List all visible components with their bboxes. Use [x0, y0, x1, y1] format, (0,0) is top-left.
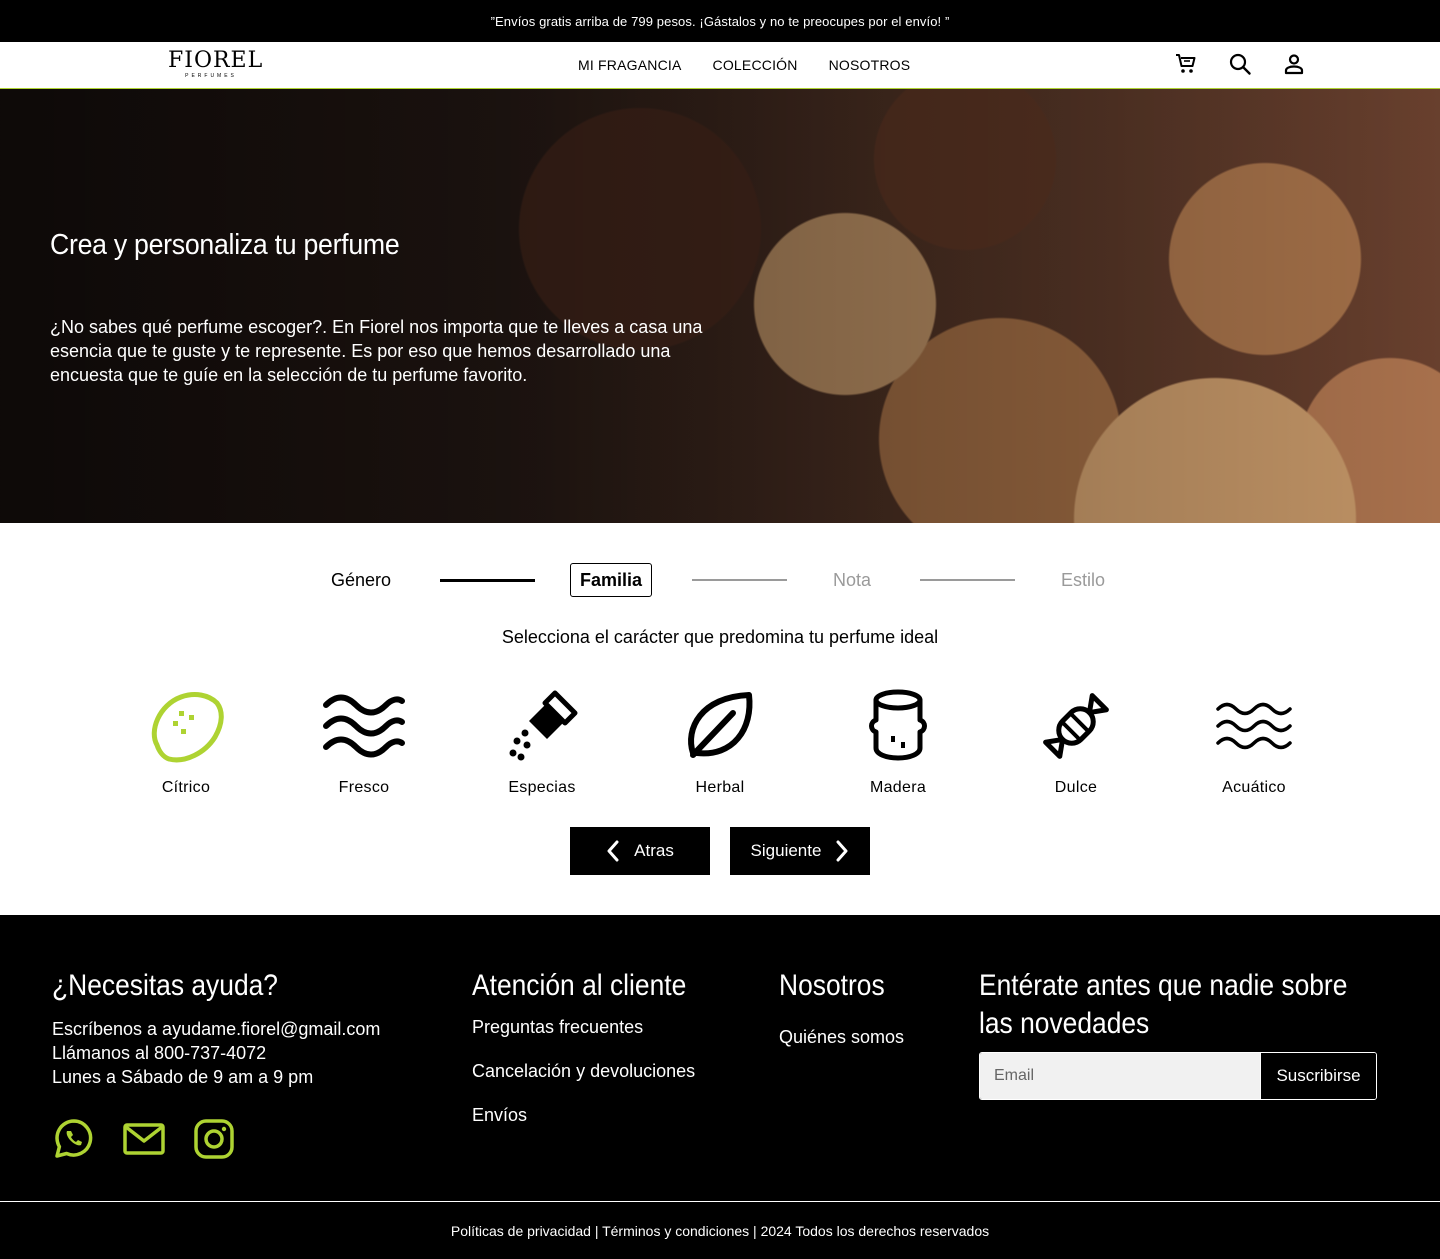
search-icon[interactable]	[1228, 52, 1252, 76]
option-label: Herbal	[695, 779, 745, 796]
option-label: Fresco	[338, 779, 390, 796]
footer-about: Nosotros Quiénes somos	[779, 967, 904, 1049]
footer-help: ¿Necesitas ayuda? Escríbenos a ayudame.f…	[52, 967, 380, 1161]
spice-shaker-icon	[497, 685, 587, 767]
option-especias[interactable]: Especias	[453, 685, 631, 797]
announcement-text: ”Envíos gratis arriba de 799 pesos. ¡Gás…	[490, 13, 950, 29]
family-options: Cítrico Fresco Especias Herbal Madera Du…	[97, 685, 1343, 797]
back-button-label: Atras	[634, 841, 674, 860]
link-cancellations[interactable]: Cancelación y devoluciones	[472, 1059, 716, 1103]
whatsapp-icon[interactable]	[52, 1117, 96, 1161]
help-email[interactable]: Escríbenos a ayudame.fiorel@gmail.com	[52, 1017, 380, 1041]
option-fresco[interactable]: Fresco	[275, 685, 453, 797]
hero-title: Crea y personaliza tu perfume	[50, 229, 400, 261]
step-connector	[920, 579, 1015, 581]
nav-link-nosotros[interactable]: NOSOTROS	[829, 57, 911, 73]
hero-description: ¿No sabes qué perfume escoger?. En Fiore…	[50, 317, 703, 385]
nav-link-coleccion[interactable]: COLECCIÓN	[713, 57, 798, 73]
option-madera[interactable]: Madera	[809, 685, 987, 797]
option-citrico[interactable]: Cítrico	[97, 685, 275, 797]
help-hours: Lunes a Sábado de 9 am a 9 pm	[52, 1067, 314, 1087]
quiz-stepper: Género Familia Nota Estilo	[0, 563, 1440, 597]
next-button-label: Siguiente	[750, 841, 822, 860]
instagram-icon[interactable]	[192, 1117, 236, 1161]
about-title: Nosotros	[779, 969, 885, 1002]
back-button[interactable]: Atras	[570, 827, 710, 875]
step-connector	[440, 579, 535, 582]
customer-links: Preguntas frecuentes Cancelación y devol…	[472, 1015, 716, 1147]
main-menu: MI FRAGANCIA COLECCIÓN NOSOTROS	[578, 57, 910, 73]
option-label: Dulce	[1054, 779, 1098, 796]
newsletter-form: Suscribirse	[979, 1052, 1377, 1100]
link-faq[interactable]: Preguntas frecuentes	[472, 1015, 716, 1059]
announcement-bar: ”Envíos gratis arriba de 799 pesos. ¡Gás…	[0, 0, 1440, 42]
nav-link-mi-fragancia[interactable]: MI FRAGANCIA	[578, 57, 682, 73]
quiz-navigation: Atras Siguiente	[570, 827, 870, 875]
help-title: ¿Necesitas ayuda?	[52, 969, 278, 1002]
leaf-icon	[675, 685, 765, 767]
link-about-us[interactable]: Quiénes somos	[779, 1025, 904, 1049]
water-icon	[1209, 685, 1299, 767]
brand-name: FIOREL	[168, 48, 264, 73]
waves-icon	[319, 685, 409, 767]
social-links	[52, 1117, 380, 1161]
brand-tagline: PERFUMES	[185, 73, 237, 79]
step-connector	[692, 579, 787, 581]
step-estilo[interactable]: Estilo	[1061, 563, 1105, 597]
chevron-right-icon	[836, 840, 848, 862]
candy-icon	[1031, 685, 1121, 767]
step-familia[interactable]: Familia	[570, 563, 653, 597]
newsletter-title: Entérate antes que nadie sobre las noved…	[979, 969, 1348, 1040]
legal-bar: Políticas de privacidad | Términos y con…	[0, 1201, 1440, 1259]
user-icon[interactable]	[1282, 52, 1306, 76]
customer-title: Atención al cliente	[472, 969, 687, 1002]
quiz-prompt: Selecciona el carácter que predomina tu …	[501, 627, 939, 647]
chevron-left-icon	[607, 840, 619, 862]
email-field[interactable]	[980, 1053, 1260, 1099]
nav-actions	[1174, 52, 1306, 76]
option-label: Acuático	[1222, 779, 1286, 796]
step-nota[interactable]: Nota	[833, 563, 871, 597]
hero-banner: Crea y personaliza tu perfume ¿No sabes …	[0, 89, 1440, 523]
help-info: Escríbenos a ayudame.fiorel@gmail.com Ll…	[52, 1017, 380, 1089]
link-shipping[interactable]: Envíos	[472, 1103, 716, 1147]
option-dulce[interactable]: Dulce	[987, 685, 1165, 797]
option-herbal[interactable]: Herbal	[631, 685, 809, 797]
option-label: Especias	[508, 779, 576, 796]
lemon-icon	[141, 685, 231, 767]
footer-customer-service: Atención al cliente Preguntas frecuentes…	[472, 967, 716, 1147]
option-acuatico[interactable]: Acuático	[1165, 685, 1343, 797]
option-label: Madera	[869, 779, 927, 796]
top-nav: FIOREL PERFUMES MI FRAGANCIA COLECCIÓN N…	[0, 42, 1440, 89]
mail-icon[interactable]	[122, 1117, 166, 1161]
footer-newsletter: Entérate antes que nadie sobre las noved…	[979, 967, 1379, 1100]
brand-logo[interactable]: FIOREL PERFUMES	[168, 48, 264, 80]
site-footer: ¿Necesitas ayuda? Escríbenos a ayudame.f…	[0, 915, 1440, 1259]
help-phone: Llámanos al 800-737-4072	[52, 1043, 267, 1063]
step-genero[interactable]: Género	[331, 563, 391, 597]
subscribe-button[interactable]: Suscribirse	[1260, 1053, 1376, 1099]
wood-log-icon	[853, 685, 943, 767]
option-label: Cítrico	[161, 779, 211, 796]
next-button[interactable]: Siguiente	[730, 827, 870, 875]
cart-icon[interactable]	[1174, 52, 1198, 76]
legal-text: Políticas de privacidad | Términos y con…	[450, 1222, 990, 1239]
